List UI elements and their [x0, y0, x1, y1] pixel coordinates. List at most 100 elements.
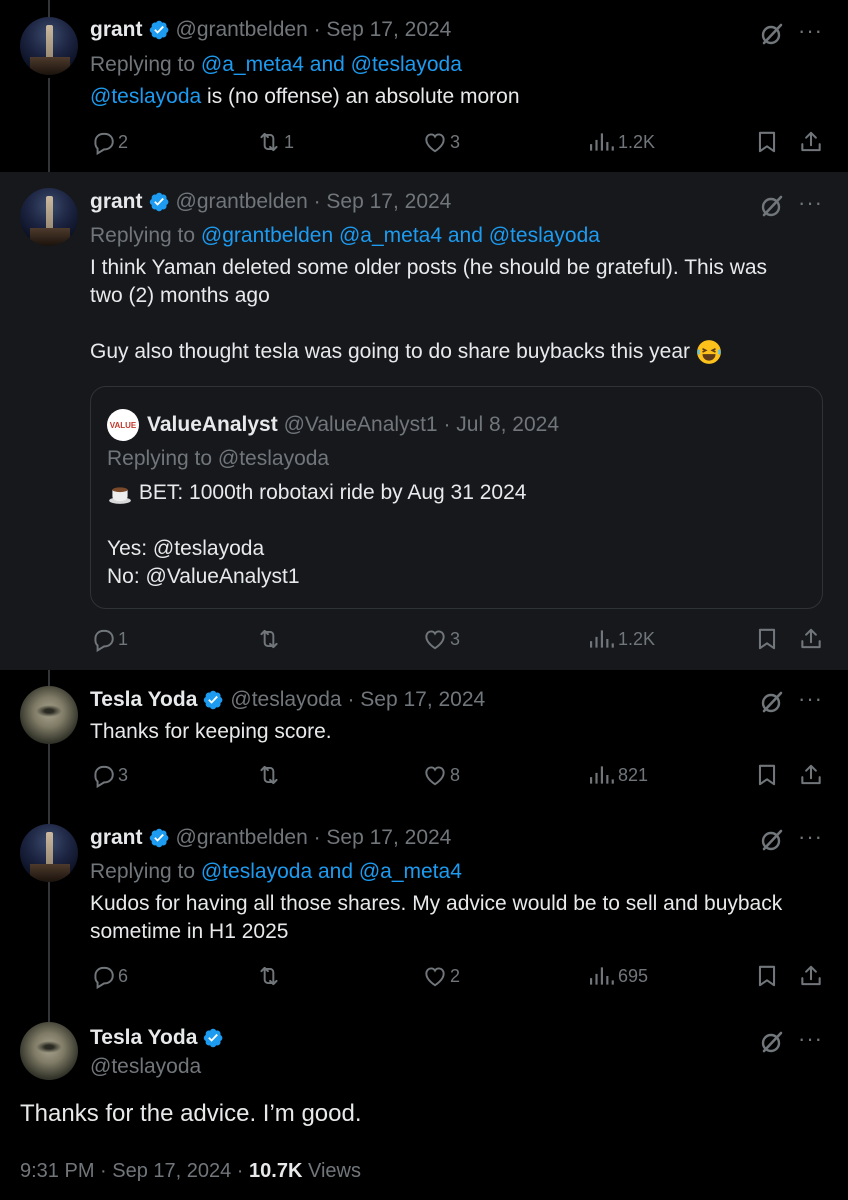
- views-icon: [590, 626, 616, 652]
- repost-button[interactable]: [256, 963, 284, 989]
- bookmark-button[interactable]: [754, 129, 782, 155]
- like-button[interactable]: 8: [422, 762, 460, 788]
- avatar[interactable]: [20, 686, 78, 744]
- handle[interactable]: @grantbelden: [176, 18, 308, 42]
- repost-icon: [256, 963, 282, 989]
- display-name[interactable]: Tesla Yoda: [90, 688, 197, 712]
- handle[interactable]: @teslayoda: [230, 688, 341, 712]
- reply-targets[interactable]: @grantbelden @a_meta4 and @teslayoda: [201, 224, 600, 247]
- more-icon[interactable]: ···: [798, 1026, 823, 1052]
- grok-icon[interactable]: [760, 828, 784, 852]
- like-icon: [422, 129, 448, 155]
- action-bar: 3 8 821: [0, 762, 848, 792]
- share-button[interactable]: [798, 626, 826, 652]
- more-icon[interactable]: ···: [798, 190, 823, 216]
- handle[interactable]: @grantbelden: [176, 826, 308, 850]
- handle[interactable]: @grantbelden: [176, 190, 308, 214]
- bookmark-button[interactable]: [754, 762, 782, 788]
- bookmark-button[interactable]: [754, 963, 782, 989]
- display-name[interactable]: Tesla Yoda: [90, 1026, 197, 1050]
- share-button[interactable]: [798, 129, 826, 155]
- avatar[interactable]: [20, 17, 78, 75]
- grok-icon[interactable]: [760, 1030, 784, 1054]
- timestamp[interactable]: · Sep 17, 2024: [347, 688, 485, 712]
- share-button[interactable]: [798, 963, 826, 989]
- tweet-body-line: I think Yaman deleted some older posts (…: [90, 256, 768, 279]
- views-button[interactable]: 821: [590, 762, 648, 788]
- main-post-header: Tesla Yoda: [90, 1026, 230, 1050]
- verified-badge-icon: [148, 191, 170, 213]
- reply-count: 3: [118, 764, 129, 785]
- quote-replying-to: Replying to @teslayoda: [107, 447, 330, 470]
- action-bar: 1 3 1.2K: [0, 626, 848, 656]
- repost-count: 1: [284, 131, 295, 152]
- reply-button[interactable]: 2: [90, 129, 128, 155]
- main-post-text: Thanks for the advice. I’m good.: [20, 1100, 362, 1127]
- reply-targets[interactable]: @a_meta4 and @teslayoda: [201, 53, 462, 76]
- reply-button[interactable]: 1: [90, 626, 128, 652]
- more-icon[interactable]: ···: [798, 686, 823, 712]
- mention-link[interactable]: @teslayoda: [90, 85, 201, 108]
- reply-icon: [90, 762, 116, 788]
- display-name[interactable]: grant: [90, 190, 143, 214]
- tweet-body-line: sometime in H1 2025: [90, 920, 289, 943]
- tweet[interactable]: grant @grantbelden · Sep 17, 2024 ··· Re…: [0, 808, 848, 1013]
- tweet[interactable]: grant @grantbelden · Sep 17, 2024 ··· Re…: [0, 172, 848, 670]
- repost-icon: [256, 762, 282, 788]
- verified-badge-icon: [202, 689, 224, 711]
- quote-line: Yes: @teslayoda: [107, 537, 265, 560]
- timestamp[interactable]: · Sep 17, 2024: [314, 190, 452, 214]
- tweet[interactable]: Tesla Yoda @teslayoda · Sep 17, 2024 ···…: [0, 670, 848, 808]
- views-button[interactable]: 695: [590, 963, 648, 989]
- grok-icon[interactable]: [760, 22, 784, 46]
- views-count[interactable]: 10.7K: [249, 1160, 302, 1182]
- reply-targets[interactable]: @teslayoda and @a_meta4: [201, 860, 462, 883]
- share-button[interactable]: [798, 762, 826, 788]
- share-icon: [798, 129, 824, 155]
- post-timestamp[interactable]: 9:31 PM · Sep 17, 2024 ·: [20, 1160, 249, 1182]
- bookmark-icon: [754, 762, 780, 788]
- like-button[interactable]: 2: [422, 963, 460, 989]
- bookmark-button[interactable]: [754, 626, 782, 652]
- verified-badge-icon: [202, 1027, 224, 1049]
- quote-line: No: @ValueAnalyst1: [107, 565, 300, 588]
- tweet-header: grant @grantbelden · Sep 17, 2024: [90, 18, 451, 42]
- share-icon: [798, 626, 824, 652]
- like-button[interactable]: 3: [422, 129, 460, 155]
- tweet[interactable]: grant @grantbelden · Sep 17, 2024 ··· Re…: [0, 0, 848, 170]
- views-button[interactable]: 1.2K: [590, 129, 655, 155]
- like-icon: [422, 963, 448, 989]
- views-icon: [590, 129, 616, 155]
- reply-button[interactable]: 6: [90, 963, 128, 989]
- like-count: 8: [450, 764, 461, 785]
- grok-icon[interactable]: [760, 194, 784, 218]
- display-name[interactable]: grant: [90, 826, 143, 850]
- avatar[interactable]: [20, 1022, 78, 1080]
- avatar[interactable]: [20, 188, 78, 246]
- like-button[interactable]: 3: [422, 626, 460, 652]
- bookmark-icon: [754, 129, 780, 155]
- timestamp[interactable]: · Sep 17, 2024: [314, 18, 452, 42]
- timestamp[interactable]: · Sep 17, 2024: [314, 826, 452, 850]
- grok-icon[interactable]: [760, 690, 784, 714]
- view-count: 1.2K: [618, 628, 656, 649]
- quote-display-name: ValueAnalyst: [147, 413, 278, 436]
- repost-button[interactable]: 1: [256, 129, 294, 155]
- reply-count: 1: [118, 628, 129, 649]
- quoted-tweet[interactable]: VALUE ValueAnalyst @ValueAnalyst1 · Jul …: [90, 386, 823, 609]
- repost-button[interactable]: [256, 762, 284, 788]
- tweet-text: Thanks for keeping score.: [90, 720, 332, 743]
- reply-button[interactable]: 3: [90, 762, 128, 788]
- tweet-body-line: Guy also thought tesla was going to do s…: [90, 340, 691, 363]
- quote-line: BET: 1000th robotaxi ride by Aug 31 2024: [138, 481, 527, 504]
- views-button[interactable]: 1.2K: [590, 626, 655, 652]
- views-icon: [590, 963, 616, 989]
- repost-button[interactable]: [256, 626, 284, 652]
- avatar[interactable]: [20, 824, 78, 882]
- action-bar: 6 2 695: [0, 963, 848, 993]
- quote-avatar[interactable]: VALUE: [107, 409, 139, 441]
- more-icon[interactable]: ···: [798, 18, 823, 44]
- display-name[interactable]: grant: [90, 18, 143, 42]
- handle[interactable]: @teslayoda: [90, 1055, 201, 1079]
- more-icon[interactable]: ···: [798, 824, 823, 850]
